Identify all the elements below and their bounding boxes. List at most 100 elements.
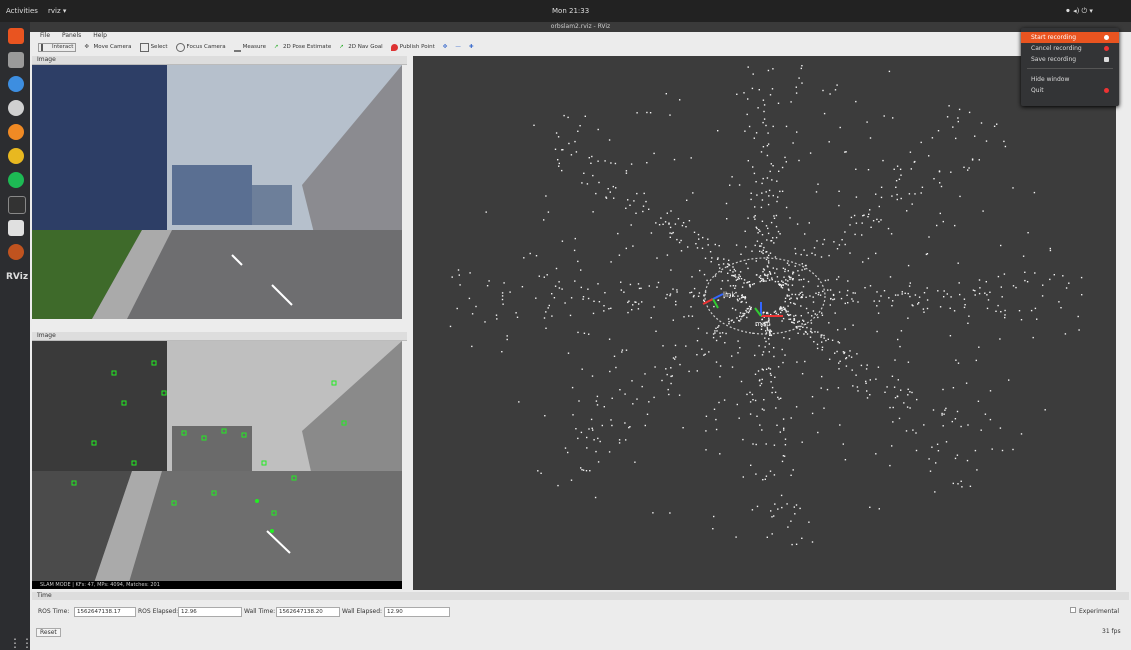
menu-help[interactable]: Help [93,32,107,39]
tool-2d-pose-estimate[interactable]: ➚ 2D Pose Estimate [274,44,331,51]
map-point [672,319,674,321]
image-panel-bottom-title[interactable]: Image [32,332,407,341]
ros-elapsed-field[interactable]: 12.96 [178,607,242,617]
map-point [779,233,781,235]
map-point [816,240,818,242]
map-point [674,344,677,347]
status-menu[interactable]: ⚫ ◂) ⏻ ▾ [1065,7,1093,16]
clock[interactable]: Mon 21:33 [552,7,589,15]
tool-focus-camera[interactable]: Focus Camera [175,42,226,52]
3d-view[interactable]: link map [413,56,1116,590]
axis-link [702,293,724,309]
map-point [708,351,710,353]
map-point [768,343,770,345]
map-point [747,217,749,219]
map-point [772,125,774,128]
map-point [804,233,806,235]
reset-button[interactable]: Reset [36,628,61,637]
map-point [745,309,747,312]
map-point [767,69,770,72]
map-point [768,254,770,257]
tool-publish-point[interactable]: Publish Point [390,43,435,51]
map-point [760,328,763,330]
map-point [932,409,935,411]
map-point [800,305,802,307]
spotify-icon[interactable] [8,172,24,188]
map-point [731,355,733,357]
map-point [509,291,511,293]
map-point [765,475,768,477]
map-point [956,410,959,413]
map-point [678,394,681,396]
map-point [776,180,778,182]
map-point [742,438,744,441]
menu-save-recording[interactable]: Save recording [1021,54,1119,65]
wall-elapsed-field[interactable]: 12.90 [384,607,450,617]
activities-button[interactable]: Activities [6,7,38,15]
map-point [846,294,848,296]
map-point [795,543,798,545]
experimental-checkbox[interactable] [1070,607,1076,613]
map-point [588,157,590,159]
map-point [834,352,836,354]
map-point [801,441,803,443]
files-icon[interactable] [8,52,24,68]
terminal-icon[interactable] [8,196,26,214]
map-point [529,252,531,255]
map-point [802,326,804,328]
map-point [785,125,788,128]
map-point [755,181,757,183]
settings-icon[interactable] [8,100,24,116]
menu-quit[interactable]: Quit [1021,85,1119,96]
map-point [784,268,786,270]
wall-time-field[interactable]: 1562647138.20 [276,607,340,617]
help-icon[interactable] [8,76,24,92]
map-point [712,336,715,339]
map-point [955,137,957,140]
map-point [856,386,859,388]
map-point [604,160,606,162]
firefox-icon[interactable] [8,124,24,140]
menu-panels[interactable]: Panels [62,32,81,39]
menu-hide-window[interactable]: Hide window [1021,74,1119,85]
map-point [501,292,504,294]
tool-2d-nav-goal[interactable]: ➚ 2D Nav Goal [339,44,383,51]
remove-tool-button[interactable]: — [455,44,461,50]
map-point [586,436,588,439]
chrome-icon[interactable] [8,148,24,164]
map-point [943,413,945,415]
tool-options-button[interactable]: ✚ [469,44,474,50]
ros-time-field[interactable]: 1562647138.17 [74,607,136,617]
menu-cancel-recording[interactable]: Cancel recording [1021,43,1119,54]
image-panel-top-title[interactable]: Image [32,56,407,65]
calibre-icon[interactable] [8,220,24,236]
map-point [553,297,556,299]
tool-select[interactable]: Select [139,42,168,52]
map-point [703,273,706,276]
map-point [965,382,968,384]
map-point [662,345,664,347]
map-point [957,362,960,364]
map-point [898,417,901,420]
add-tool-button[interactable]: ✥ [443,44,448,50]
map-point [801,373,804,375]
tool-move-camera[interactable]: ✥ Move Camera [84,44,131,51]
tool-interact[interactable]: Interact [38,42,77,52]
map-point [624,393,626,395]
map-point [958,282,960,284]
menu-file[interactable]: File [40,32,50,39]
map-point [955,359,957,361]
map-point [554,285,557,287]
app-menu[interactable]: rviz ▾ [48,7,66,15]
map-point [642,205,645,207]
map-point [661,379,663,382]
rviz-icon[interactable]: RViz [6,272,28,282]
ubuntu-software-icon[interactable] [8,28,24,44]
map-point [696,354,698,356]
tool-measure[interactable]: Measure [233,43,266,52]
app-icon[interactable] [8,244,24,260]
map-point [676,291,678,293]
map-point [612,185,614,188]
map-point [682,222,685,224]
menu-start-recording[interactable]: Start recording [1021,32,1119,43]
